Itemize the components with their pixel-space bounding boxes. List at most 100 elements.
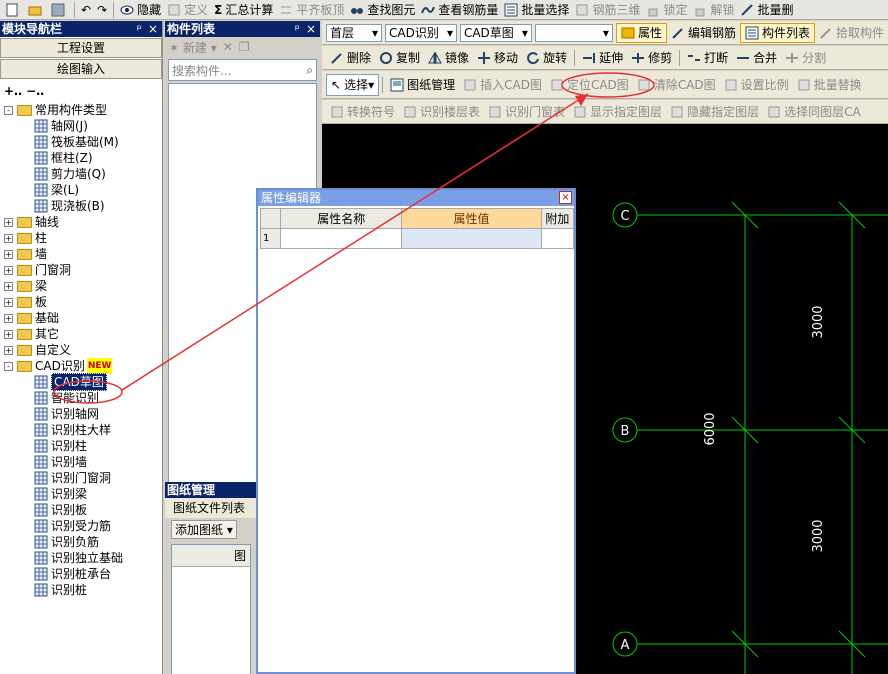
batch-delete-button[interactable]: 批量删 (737, 1, 796, 19)
mirror-button[interactable]: 镜像 (424, 48, 473, 68)
tree-folder[interactable]: + 板 (4, 294, 162, 310)
new-component-button[interactable]: ✶ 新建 ▾ (169, 39, 217, 56)
rebar-3d-button[interactable]: 钢筋三维 (572, 1, 643, 19)
add-drawing-button[interactable]: 添加图纸 ▾ (171, 519, 237, 539)
identify-floor-table-button[interactable]: 识别楼层表 (399, 102, 484, 122)
drawing-manager-button[interactable]: 图纸管理 (386, 75, 459, 95)
batch-replace-button[interactable]: 批量替换 (793, 75, 866, 95)
define-button[interactable]: 定义 (164, 1, 211, 19)
unlock-button[interactable]: 解锁 (690, 1, 737, 19)
split-button[interactable]: 分割 (781, 48, 830, 68)
tree-item[interactable]: 梁(L) (4, 182, 162, 198)
component-search-input[interactable]: 搜索构件... ⌕ (168, 59, 317, 81)
tree-item[interactable]: 识别墙 (4, 454, 162, 470)
undo-icon[interactable]: ↶ (78, 1, 94, 19)
locate-cad-button[interactable]: 定位CAD图 (546, 75, 633, 95)
redo-icon[interactable]: ↷ (94, 1, 110, 19)
pick-component-button[interactable]: 拾取构件 (815, 23, 888, 43)
tree-folder[interactable]: + 自定义 (4, 342, 162, 358)
set-scale-button[interactable]: 设置比例 (720, 75, 793, 95)
property-value-cell[interactable] (401, 228, 542, 249)
expand-icon[interactable]: + (4, 265, 13, 275)
copy-icon[interactable]: ❐ (239, 40, 250, 54)
edit-rebar-button[interactable]: 编辑钢筋 (667, 23, 740, 43)
sub-module-select[interactable]: CAD草图 ▾ (459, 23, 532, 42)
summary-calc-button[interactable]: Σ 汇总计算 (211, 1, 276, 19)
lock-button[interactable]: 锁定 (643, 1, 690, 19)
copy-button[interactable]: 复制 (375, 48, 424, 68)
tree-item[interactable]: 现浇板(B) (4, 198, 162, 214)
pin-icon[interactable]: ᵖ (137, 21, 142, 37)
batch-select-button[interactable]: 批量选择 (501, 1, 572, 19)
tree-item[interactable]: 识别负筋 (4, 534, 162, 550)
expand-icon[interactable]: + (4, 249, 13, 259)
expand-icon[interactable]: + (4, 233, 13, 243)
tab-drawing-files[interactable]: 图纸文件列表 (165, 498, 257, 518)
new-file-icon[interactable] (2, 1, 25, 19)
expand-icon[interactable]: + (4, 217, 13, 227)
tree-item[interactable]: 识别独立基础 (4, 550, 162, 566)
properties-button[interactable]: 属性 (615, 22, 667, 43)
identify-door-window-table-button[interactable]: 识别门窗表 (484, 102, 569, 122)
tree-item[interactable]: 识别桩承台 (4, 566, 162, 582)
merge-button[interactable]: 合并 (732, 48, 781, 68)
table-row[interactable]: 1 (259, 228, 575, 249)
project-settings-button[interactable]: 工程设置 (0, 38, 162, 58)
save-icon[interactable] (48, 1, 71, 19)
component-list-button[interactable]: 构件列表 (739, 22, 815, 43)
delete-icon[interactable]: ✕ (223, 40, 233, 54)
find-element-button[interactable]: 查找图元 (347, 1, 418, 19)
module-select[interactable]: CAD识别 ▾ (384, 23, 457, 42)
drawing-input-button[interactable]: 绘图输入 (0, 59, 162, 79)
tree-item[interactable]: 识别板 (4, 502, 162, 518)
convert-symbol-button[interactable]: 转换符号 (326, 102, 399, 122)
tree-folder[interactable]: + 其它 (4, 326, 162, 342)
tree-item[interactable]: 识别柱 (4, 438, 162, 454)
expand-icon[interactable]: + (4, 345, 13, 355)
select-button[interactable]: ↖ 选择 ▾ (326, 73, 380, 96)
tree-item[interactable]: 识别受力筋 (4, 518, 162, 534)
tree-folder[interactable]: + 柱 (4, 230, 162, 246)
trim-button[interactable]: 修剪 (627, 48, 676, 68)
close-icon[interactable]: × (306, 21, 316, 37)
tree-item[interactable]: 识别柱大样 (4, 422, 162, 438)
floor-select[interactable]: 首层 ▾ (326, 23, 382, 42)
tree-item[interactable]: 识别梁 (4, 486, 162, 502)
collapse-all-icon[interactable]: −‥ (26, 84, 44, 98)
rotate-button[interactable]: 旋转 (522, 48, 571, 68)
expand-icon[interactable]: + (4, 297, 13, 307)
drawing-file-list[interactable]: 图 (171, 544, 251, 674)
property-extra-cell[interactable] (540, 228, 575, 249)
expand-icon[interactable]: + (4, 313, 13, 323)
close-icon[interactable]: × (148, 21, 158, 37)
open-folder-icon[interactable] (25, 1, 48, 19)
collapse-icon[interactable]: - (4, 361, 13, 371)
hide-button[interactable]: 隐藏 (117, 1, 164, 19)
expand-icon[interactable]: + (4, 329, 13, 339)
select-same-layer-button[interactable]: 选择同图层CA (763, 102, 865, 122)
align-slab-top-button[interactable]: 平齐板顶 (276, 1, 347, 19)
extend-button[interactable]: 延伸 (578, 48, 627, 68)
insert-cad-button[interactable]: 插入CAD图 (459, 75, 546, 95)
hide-layer-button[interactable]: 隐藏指定图层 (666, 102, 763, 122)
tree-folder[interactable]: + 墙 (4, 246, 162, 262)
tree-item[interactable]: 轴网(J) (4, 118, 162, 134)
tree-item[interactable]: 框柱(Z) (4, 150, 162, 166)
tree-folder[interactable]: - 常用构件类型 (4, 102, 162, 118)
break-button[interactable]: 打断 (683, 48, 732, 68)
tree-item[interactable]: 筏板基础(M) (4, 134, 162, 150)
component-select[interactable]: ▾ (534, 23, 613, 42)
expand-all-icon[interactable]: +‥ (4, 84, 22, 98)
close-icon[interactable]: × (559, 191, 572, 204)
tree-item[interactable]: 识别桩 (4, 582, 162, 598)
tree-item[interactable]: 剪力墙(Q) (4, 166, 162, 182)
tree-item[interactable]: CAD草图 (4, 373, 162, 391)
tree-folder[interactable]: + 轴线 (4, 214, 162, 230)
collapse-icon[interactable]: - (4, 105, 13, 115)
view-rebar-qty-button[interactable]: 查看钢筋量 (418, 1, 501, 19)
tree-folder[interactable]: + 门窗洞 (4, 262, 162, 278)
show-layer-button[interactable]: 显示指定图层 (569, 102, 666, 122)
pin-icon[interactable]: ᵖ (295, 21, 300, 37)
expand-icon[interactable]: + (4, 281, 13, 291)
tree-folder[interactable]: + 基础 (4, 310, 162, 326)
